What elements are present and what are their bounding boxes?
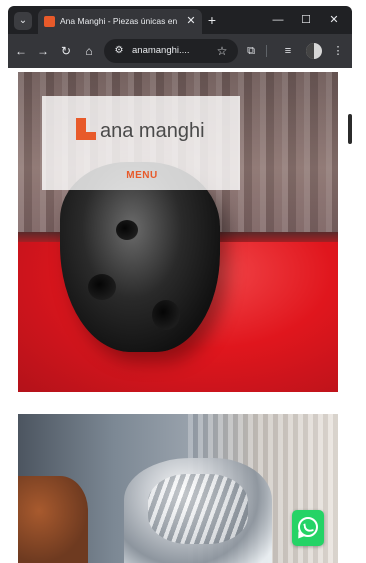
logo-text: ana manghi [100, 120, 205, 142]
tab-search-icon[interactable]: ⌄ [14, 12, 32, 30]
favicon-icon [44, 16, 55, 27]
forward-icon[interactable]: → [35, 43, 51, 59]
black-vase [60, 162, 220, 352]
logo-mark-icon [76, 118, 96, 140]
vase-dimple [152, 300, 180, 330]
tab-title: Ana Manghi - Piezas únicas en [60, 16, 178, 26]
vase-dimple [116, 220, 138, 240]
maximize-icon[interactable]: ☐ [298, 12, 314, 28]
media-control-icon[interactable]: ≡ [280, 43, 296, 59]
back-icon[interactable]: ← [13, 43, 29, 59]
background-object [18, 476, 88, 563]
product-image-glass-vase[interactable] [18, 414, 338, 563]
whatsapp-button[interactable] [292, 510, 324, 546]
new-tab-icon[interactable]: + [204, 12, 220, 28]
url-text[interactable]: anamanghi.... [132, 45, 208, 57]
tab-strip: ⌄ Ana Manghi - Piezas únicas en ✕ + — ☐ … [8, 6, 352, 34]
browser-menu-icon[interactable]: ⋮ [330, 43, 346, 59]
site-header: ana manghi MENU [42, 96, 240, 190]
product-image-black-vase[interactable]: ana manghi MENU [18, 72, 338, 392]
profile-avatar-icon[interactable] [306, 43, 322, 59]
address-bar[interactable]: ⚙ anamanghi.... ☆ [104, 39, 238, 63]
browser-toolbar: ← → ↻ ⌂ ⚙ anamanghi.... ☆ ⧉ ≡ ⋮ [8, 34, 352, 68]
home-icon[interactable]: ⌂ [81, 43, 97, 59]
browser-window: ⌄ Ana Manghi - Piezas únicas en ✕ + — ☐ … [8, 6, 352, 68]
glass-vase-texture [148, 474, 248, 544]
vase-dimple [88, 274, 116, 300]
tab-close-icon[interactable]: ✕ [184, 14, 198, 28]
window-close-icon[interactable]: ✕ [326, 12, 342, 28]
minimize-icon[interactable]: — [270, 12, 286, 28]
menu-link[interactable]: MENU [112, 169, 172, 183]
extensions-icon[interactable]: ⧉ [243, 43, 259, 59]
page-viewport: ana manghi MENU [8, 68, 352, 563]
site-logo[interactable]: ana manghi [76, 118, 212, 144]
reload-icon[interactable]: ↻ [58, 43, 74, 59]
tab-active[interactable]: Ana Manghi - Piezas únicas en ✕ [38, 9, 202, 34]
toolbar-divider [266, 45, 267, 57]
scrollbar[interactable] [348, 114, 352, 144]
bookmark-star-icon[interactable]: ☆ [214, 43, 230, 59]
site-info-icon[interactable]: ⚙ [112, 44, 126, 58]
